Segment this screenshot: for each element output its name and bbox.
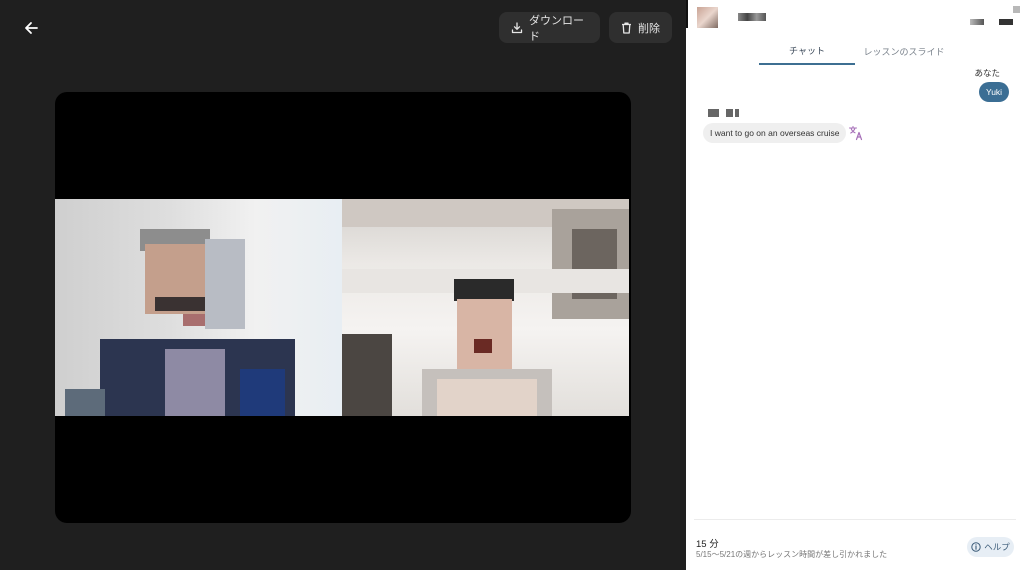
teacher-name-redacted bbox=[738, 13, 766, 21]
sender-label-you: あなた bbox=[974, 68, 1000, 78]
redacted-mark bbox=[970, 19, 984, 25]
download-icon bbox=[511, 21, 523, 33]
panel-tabs: チャット レッスンのスライド bbox=[686, 38, 1024, 66]
download-button[interactable]: ダウンロード bbox=[499, 12, 600, 43]
sender-name-redacted bbox=[708, 109, 744, 117]
trash-icon bbox=[622, 22, 631, 34]
participant-video-right bbox=[342, 199, 629, 416]
arrow-left-icon bbox=[25, 22, 38, 34]
redacted-mark bbox=[999, 19, 1013, 25]
chat-panel: チャット レッスンのスライド あなた Yuki I want to go on … bbox=[686, 0, 1024, 570]
info-icon bbox=[971, 542, 981, 552]
deduction-note: 5/15〜5/21の週からレッスン時間が差し引かれました bbox=[696, 550, 888, 559]
video-player[interactable] bbox=[55, 92, 631, 523]
footer-divider bbox=[694, 519, 1016, 520]
chat-message-mine: Yuki bbox=[979, 82, 1010, 102]
participant-video-left bbox=[55, 199, 342, 416]
video-strip bbox=[55, 199, 629, 416]
download-label: ダウンロード bbox=[529, 14, 584, 43]
delete-label: 削除 bbox=[638, 22, 660, 35]
delete-button[interactable]: 削除 bbox=[609, 12, 672, 43]
tab-lesson-slides[interactable]: レッスンのスライド bbox=[858, 38, 950, 64]
help-label: ヘルプ bbox=[984, 542, 1010, 552]
translate-icon[interactable] bbox=[848, 125, 864, 141]
redacted-mark bbox=[1013, 6, 1020, 13]
avatar bbox=[697, 7, 718, 28]
recording-viewer: ダウンロード 削除 bbox=[0, 0, 686, 570]
help-button[interactable]: ヘルプ bbox=[967, 537, 1014, 557]
chat-message-other: I want to go on an overseas cruise bbox=[703, 123, 847, 143]
lesson-duration: 15 分 bbox=[696, 539, 719, 550]
panel-edge bbox=[686, 0, 688, 28]
back-button[interactable] bbox=[18, 15, 44, 41]
tab-chat[interactable]: チャット bbox=[759, 38, 855, 65]
